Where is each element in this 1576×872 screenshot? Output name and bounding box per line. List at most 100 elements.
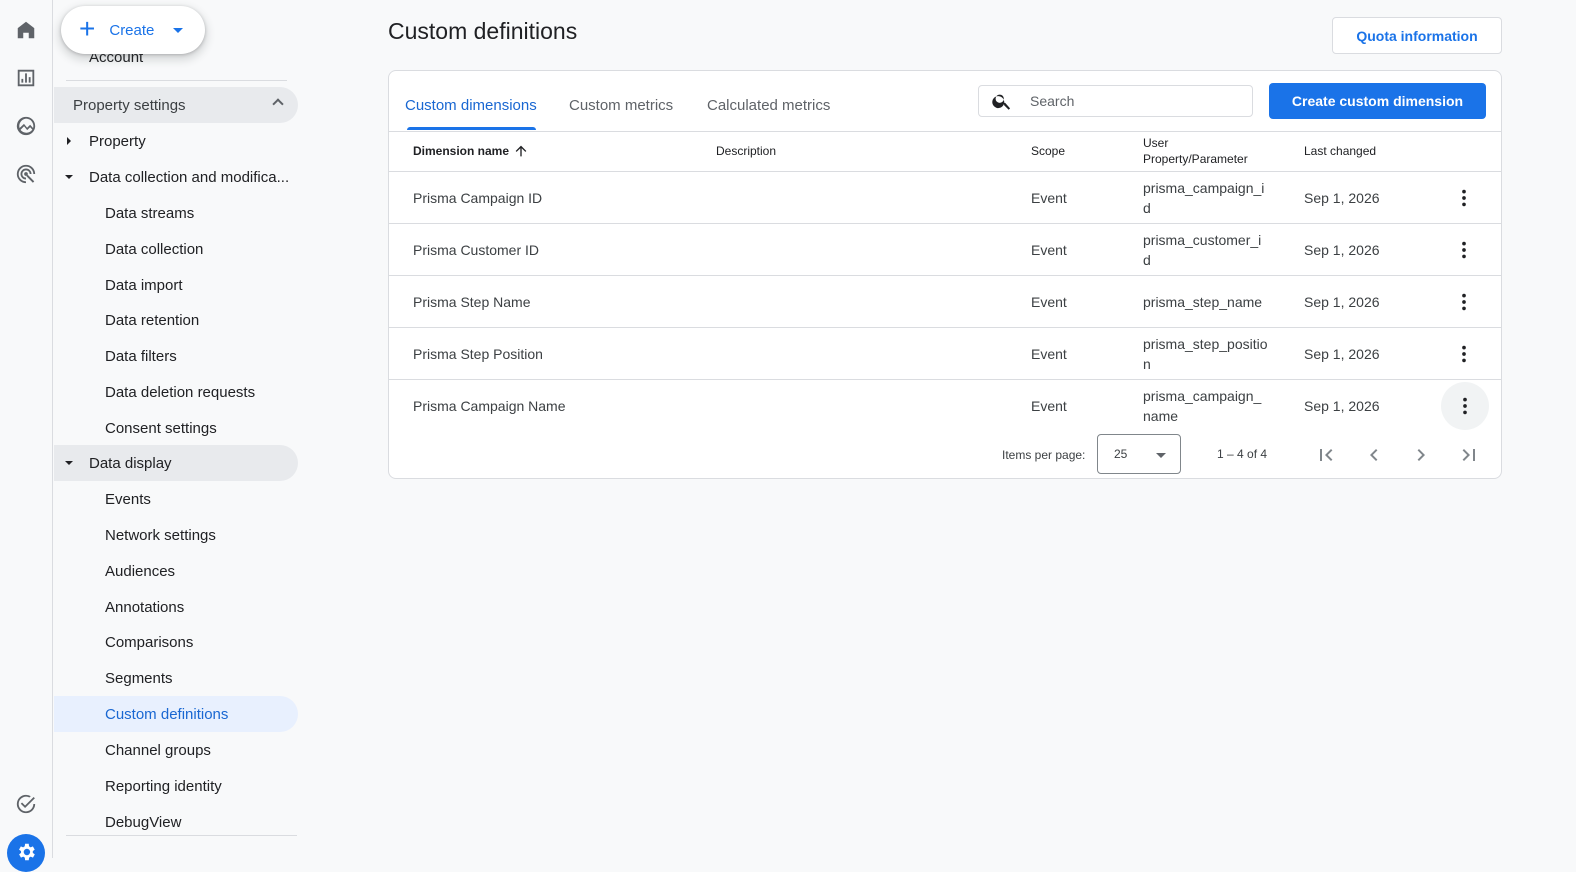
- last-page-icon: [1462, 449, 1475, 461]
- dimension-name: Prisma Campaign Name: [413, 398, 566, 414]
- header-divider: [389, 131, 1501, 132]
- sidebar-item-network-settings[interactable]: Network settings: [105, 517, 298, 553]
- more-vert-icon: [1462, 345, 1466, 363]
- previous-page-button[interactable]: [1360, 441, 1388, 469]
- column-header-label: User: [1143, 136, 1169, 150]
- sidebar-item-property[interactable]: Property: [54, 123, 298, 159]
- chevron-left-icon: [1370, 449, 1378, 461]
- sidebar-item-label: Data collection and modifica...: [89, 168, 290, 186]
- dimension-scope: Event: [1031, 346, 1067, 362]
- column-header-description: Description: [716, 144, 777, 158]
- tab-custom-dimensions[interactable]: Custom dimensions: [405, 97, 537, 114]
- table-row[interactable]: Prisma Step Position Event prisma_step_p…: [389, 327, 1501, 379]
- dimension-parameter: prisma_step_name: [1143, 294, 1263, 310]
- tab-custom-metrics[interactable]: Custom metrics: [569, 97, 673, 114]
- create-custom-dimension-button[interactable]: Create custom dimension: [1269, 83, 1486, 119]
- dimension-last-changed: Sep 1, 2026: [1304, 346, 1380, 362]
- chevron-right-icon: [1417, 449, 1425, 461]
- left-nav-rail: [0, 0, 53, 872]
- first-page-button[interactable]: [1312, 441, 1340, 469]
- sidebar-item-data-filters[interactable]: Data filters: [105, 338, 298, 374]
- sidebar-item-label: Data display: [89, 454, 172, 472]
- property-settings-header[interactable]: Property settings: [54, 87, 298, 123]
- search-input[interactable]: [1030, 93, 1230, 109]
- reports-icon[interactable]: [14, 66, 38, 90]
- dimension-last-changed: Sep 1, 2026: [1304, 190, 1380, 206]
- dimension-last-changed: Sep 1, 2026: [1304, 294, 1380, 310]
- sidebar-item-annotations[interactable]: Annotations: [105, 589, 298, 625]
- property-settings-label: Property settings: [73, 96, 186, 114]
- explore-icon[interactable]: [14, 114, 38, 138]
- sidebar-item-segments[interactable]: Segments: [105, 660, 298, 696]
- dropdown-arrow-icon: [1156, 453, 1166, 458]
- sidebar-item-label: Property: [89, 132, 146, 150]
- column-header-last-changed: Last changed: [1304, 144, 1377, 158]
- search-box[interactable]: [978, 85, 1253, 117]
- divider: [66, 80, 287, 81]
- insights-icon[interactable]: [14, 792, 38, 816]
- sort-ascending-icon: [515, 145, 527, 157]
- sidebar-item-audiences[interactable]: Audiences: [105, 553, 298, 589]
- dimension-parameter: prisma_campaign_id: [1143, 180, 1265, 216]
- more-options-button[interactable]: [1442, 334, 1486, 374]
- home-icon[interactable]: [14, 18, 38, 42]
- dimension-scope: Event: [1031, 294, 1067, 310]
- more-options-button[interactable]: [1442, 178, 1486, 218]
- column-header-parameter: User Property/Parameter: [1143, 135, 1248, 167]
- dimension-parameter: prisma_campaign_name: [1143, 388, 1262, 424]
- more-vert-icon: [1462, 189, 1466, 207]
- sidebar-item-data-retention[interactable]: Data retention: [105, 302, 298, 338]
- more-options-button[interactable]: [1442, 230, 1486, 270]
- next-page-button[interactable]: [1407, 441, 1435, 469]
- sidebar-item-data-collection[interactable]: Data collection: [105, 231, 298, 267]
- sidebar-group-data-display[interactable]: Data display: [54, 445, 298, 481]
- dimension-parameter: prisma_step_position: [1143, 336, 1268, 372]
- dimension-scope: Event: [1031, 242, 1067, 258]
- column-header-dimension-name[interactable]: Dimension name: [413, 143, 529, 159]
- expand-down-icon: [65, 461, 73, 465]
- sidebar-group-data-collection[interactable]: Data collection and modifica...: [54, 159, 298, 195]
- table-row[interactable]: Prisma Campaign ID Event prisma_campaign…: [389, 171, 1501, 223]
- table-row[interactable]: Prisma Step Name Event prisma_step_name …: [389, 275, 1501, 327]
- more-vert-icon: [1463, 397, 1467, 415]
- items-per-page-value: 25: [1114, 447, 1128, 461]
- more-options-button[interactable]: [1442, 282, 1486, 322]
- active-tab-indicator: [407, 127, 536, 130]
- admin-gear-icon[interactable]: [7, 834, 45, 872]
- advertising-icon[interactable]: [14, 162, 38, 186]
- create-button[interactable]: + Create: [61, 6, 205, 54]
- column-header-scope: Scope: [1031, 144, 1066, 158]
- tab-calculated-metrics[interactable]: Calculated metrics: [707, 97, 830, 114]
- chevron-down-icon: [173, 27, 184, 33]
- dimension-name: Prisma Customer ID: [413, 242, 540, 258]
- quota-information-button[interactable]: Quota information: [1332, 17, 1502, 54]
- items-per-page-label: Items per page:: [1002, 448, 1086, 462]
- sidebar-item-channel-groups[interactable]: Channel groups: [105, 732, 298, 768]
- dimension-scope: Event: [1031, 190, 1067, 206]
- sidebar-item-data-streams[interactable]: Data streams: [105, 195, 298, 231]
- page-title: Custom definitions: [388, 18, 578, 44]
- first-page-icon: [1320, 449, 1333, 461]
- sidebar-item-custom-definitions[interactable]: Custom definitions: [54, 696, 298, 732]
- sidebar-item-consent-settings[interactable]: Consent settings: [105, 410, 298, 446]
- create-button-label: Create: [109, 21, 155, 39]
- pagination-range: 1 – 4 of 4: [1217, 447, 1268, 461]
- search-icon: [992, 94, 1011, 110]
- sidebar-item-comparisons[interactable]: Comparisons: [105, 624, 298, 660]
- sidebar-item-data-deletion-requests[interactable]: Data deletion requests: [105, 374, 298, 410]
- column-header-label: Property/Parameter: [1143, 152, 1248, 166]
- more-vert-icon: [1462, 241, 1466, 259]
- sidebar-item-events[interactable]: Events: [105, 481, 298, 517]
- dimension-scope: Event: [1031, 398, 1067, 414]
- dimension-name: Prisma Step Name: [413, 294, 531, 310]
- column-header-label: Dimension name: [413, 144, 510, 158]
- dimension-name: Prisma Step Position: [413, 346, 543, 362]
- table-row[interactable]: Prisma Campaign Name Event prisma_campai…: [389, 379, 1501, 431]
- last-page-button[interactable]: [1455, 441, 1483, 469]
- items-per-page-select[interactable]: 25: [1097, 434, 1181, 474]
- table-row[interactable]: Prisma Customer ID Event prisma_customer…: [389, 223, 1501, 275]
- sidebar-item-reporting-identity[interactable]: Reporting identity: [105, 768, 298, 804]
- plus-icon: +: [79, 12, 96, 44]
- more-options-button[interactable]: [1441, 382, 1489, 430]
- sidebar-item-data-import[interactable]: Data import: [105, 267, 298, 303]
